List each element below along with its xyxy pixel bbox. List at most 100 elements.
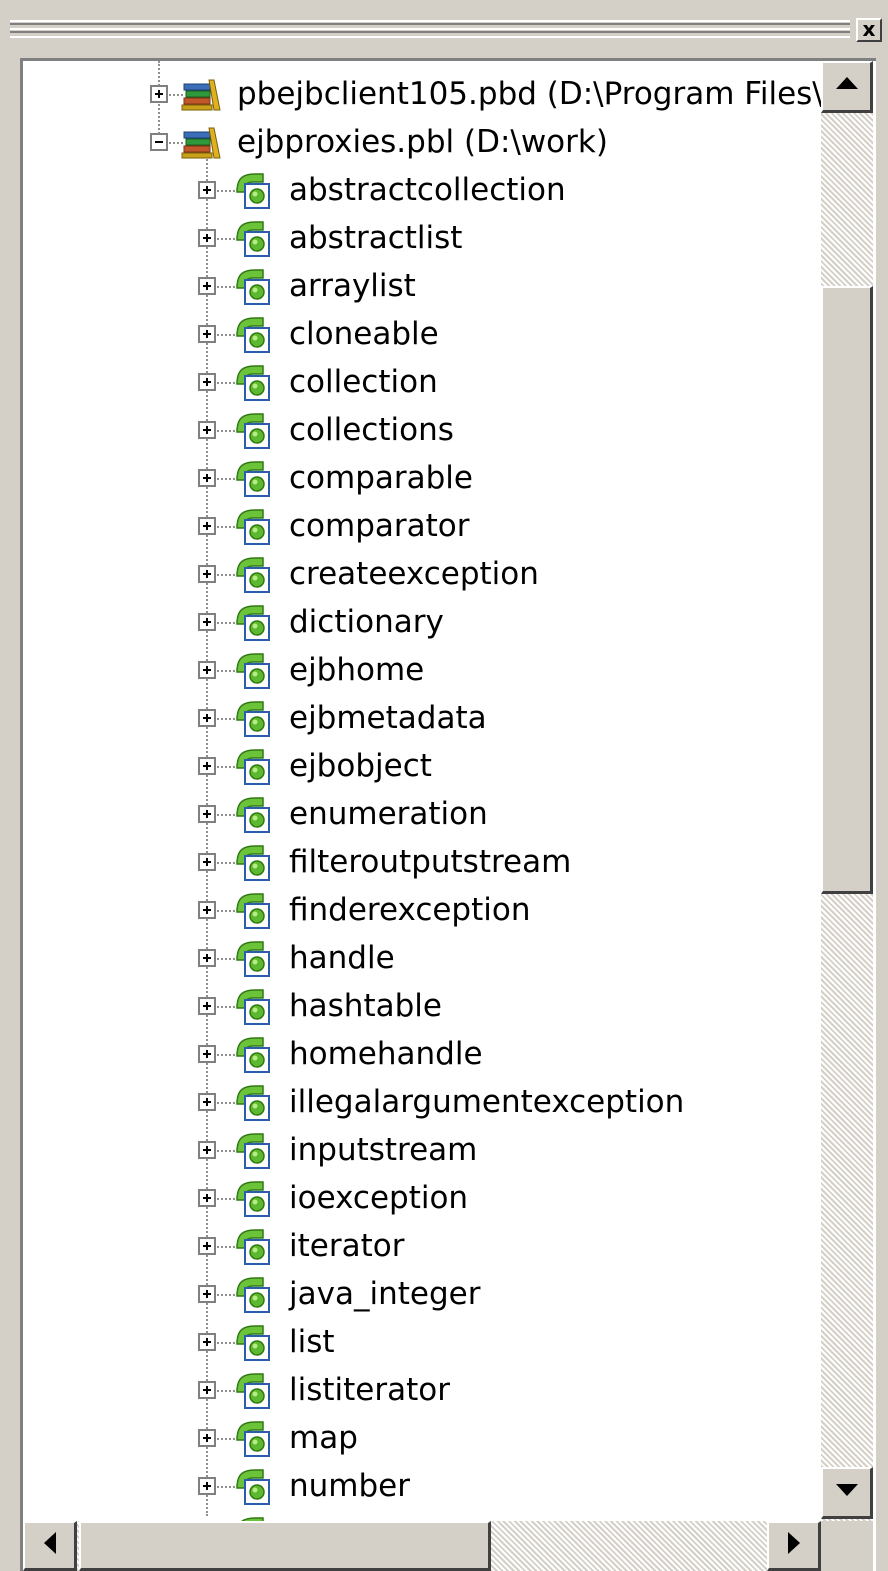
tree-item[interactable]: illegalargumentexception	[23, 1078, 803, 1126]
tree-item-label: ioexception	[289, 1180, 469, 1216]
tree-item[interactable]: hashtable	[23, 982, 803, 1030]
tree-item[interactable]: list	[23, 1318, 803, 1366]
tree-item[interactable]: java_integer	[23, 1270, 803, 1318]
vertical-scroll-thumb[interactable]	[821, 286, 873, 894]
expand-icon[interactable]	[198, 421, 216, 439]
vertical-scrollbar[interactable]	[821, 61, 873, 1521]
horizontal-scroll-thumb[interactable]	[79, 1521, 491, 1571]
tree-connector-line	[214, 1390, 235, 1392]
expand-icon[interactable]	[198, 1381, 216, 1399]
tree-item[interactable]: enumeration	[23, 790, 803, 838]
expand-icon[interactable]	[198, 469, 216, 487]
proxy-object-icon	[233, 410, 273, 450]
expand-icon[interactable]	[198, 805, 216, 823]
tree-item-label: ejbhome	[289, 652, 425, 688]
expand-icon[interactable]	[198, 1045, 216, 1063]
tree-item[interactable]: listiterator	[23, 1366, 803, 1414]
expand-icon[interactable]	[198, 1189, 216, 1207]
scroll-left-button[interactable]	[23, 1521, 77, 1571]
expand-icon[interactable]	[198, 1429, 216, 1447]
tree-item[interactable]: number	[23, 1462, 803, 1510]
tree-item[interactable]: finderexception	[23, 886, 803, 934]
tree-item[interactable]: handle	[23, 934, 803, 982]
expand-icon[interactable]	[198, 1333, 216, 1351]
drag-grip[interactable]	[10, 20, 850, 38]
tree-item[interactable]: map	[23, 1414, 803, 1462]
expand-icon[interactable]	[198, 901, 216, 919]
tree-item[interactable]: inputstream	[23, 1126, 803, 1174]
expand-icon[interactable]	[198, 1141, 216, 1159]
tree-connector-line	[214, 286, 235, 288]
tree-item-label: dictionary	[289, 604, 444, 640]
expand-icon[interactable]	[198, 325, 216, 343]
proxy-object-icon	[233, 170, 273, 210]
tree-connector-line	[214, 526, 235, 528]
expand-icon[interactable]	[198, 565, 216, 583]
proxy-object-icon	[233, 1514, 273, 1521]
expand-icon[interactable]	[198, 613, 216, 631]
tree-item-label: collection	[289, 364, 438, 400]
expand-icon[interactable]	[198, 1477, 216, 1495]
tree-item[interactable]: arraylist	[23, 262, 803, 310]
proxy-object-icon	[233, 938, 273, 978]
proxy-object-icon	[233, 698, 273, 738]
tree-connector-line	[214, 574, 235, 576]
expand-icon[interactable]	[198, 1093, 216, 1111]
expand-icon[interactable]	[198, 1285, 216, 1303]
proxy-object-icon	[233, 1418, 273, 1458]
tree-item-label: inputstream	[289, 1132, 478, 1168]
expand-icon[interactable]	[198, 853, 216, 871]
tree-item[interactable]: ioexception	[23, 1174, 803, 1222]
tree-item[interactable]: cloneable	[23, 310, 803, 358]
expand-icon[interactable]	[198, 709, 216, 727]
expand-icon[interactable]	[198, 1237, 216, 1255]
tree-item[interactable]: collection	[23, 358, 803, 406]
library-tree[interactable]: pbejbclient105.pbd (D:\Program Files\ ejb…	[23, 61, 821, 1521]
tree-item[interactable]: abstractlist	[23, 214, 803, 262]
expand-icon[interactable]	[198, 757, 216, 775]
scroll-up-button[interactable]	[821, 61, 873, 113]
tree-item-label: homehandle	[289, 1036, 483, 1072]
tree-item-label: abstractcollection	[289, 172, 566, 208]
proxy-object-icon	[233, 554, 273, 594]
tree-item-label: ejbobject	[289, 748, 432, 784]
expand-icon[interactable]	[198, 517, 216, 535]
tree-item[interactable]: createexception	[23, 550, 803, 598]
expand-icon[interactable]	[198, 181, 216, 199]
tree-item[interactable]: iterator	[23, 1222, 803, 1270]
tree-item[interactable]: ejbhome	[23, 646, 803, 694]
expand-icon[interactable]	[198, 277, 216, 295]
tree-connector-line	[214, 1198, 235, 1200]
tree-item[interactable]: filteroutputstream	[23, 838, 803, 886]
tree-item-label: enumeration	[289, 796, 488, 832]
expand-icon[interactable]	[150, 85, 168, 103]
expand-icon[interactable]	[198, 661, 216, 679]
tree-item[interactable]: abstractcollection	[23, 166, 803, 214]
tree-item[interactable]: collections	[23, 406, 803, 454]
tree-item-label: illegalargumentexception	[289, 1084, 685, 1120]
horizontal-scrollbar[interactable]	[23, 1521, 821, 1571]
tree-item[interactable]: comparable	[23, 454, 803, 502]
proxy-object-icon	[233, 266, 273, 306]
close-button[interactable]: x	[856, 18, 882, 42]
tree-item-label: comparable	[289, 460, 473, 496]
expand-icon[interactable]	[198, 229, 216, 247]
tree-connector-line	[214, 622, 235, 624]
scroll-right-button[interactable]	[767, 1521, 821, 1571]
tree-item[interactable]: ejbmetadata	[23, 694, 803, 742]
tree-item[interactable]: homehandle	[23, 1030, 803, 1078]
tree-item[interactable]: ejbobject	[23, 742, 803, 790]
tree-item[interactable]: dictionary	[23, 598, 803, 646]
tree-library-node[interactable]: pbejbclient105.pbd (D:\Program Files\	[23, 70, 821, 118]
tree-connector-line	[214, 238, 235, 240]
tree-item[interactable]: comparator	[23, 502, 803, 550]
expand-icon[interactable]	[198, 373, 216, 391]
scroll-down-button[interactable]	[821, 1467, 873, 1519]
tree-connector-line	[214, 478, 235, 480]
collapse-icon[interactable]	[150, 133, 168, 151]
tree-connector-line	[214, 718, 235, 720]
tree-library-node[interactable]: ejbproxies.pbl (D:\work)	[23, 118, 803, 166]
panel-titlebar: x	[0, 0, 888, 52]
expand-icon[interactable]	[198, 997, 216, 1015]
expand-icon[interactable]	[198, 949, 216, 967]
